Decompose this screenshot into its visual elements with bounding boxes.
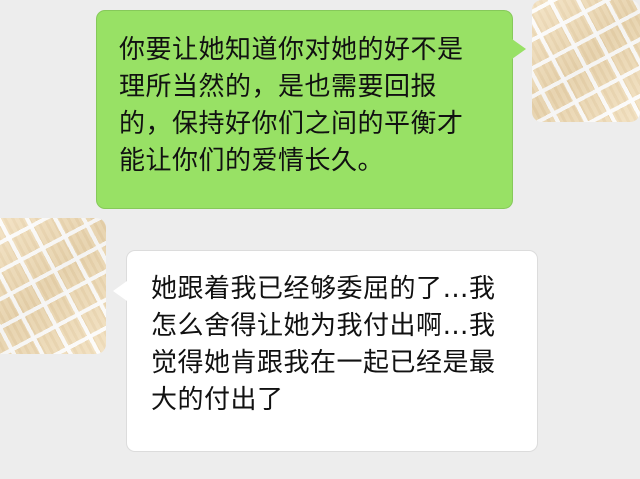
outgoing-message-bubble[interactable]: 你要让她知道你对她的好不是 理所当然的，是也需要回报 的，保持好你们之间的平衡才… bbox=[96, 10, 526, 209]
self-avatar[interactable] bbox=[532, 0, 640, 122]
friend-avatar[interactable] bbox=[0, 218, 106, 354]
incoming-message-bubble[interactable]: 她跟着我已经够委屈的了…我 怎么舍得让她为我付出啊…我 觉得她肯跟我在一起已经是… bbox=[113, 250, 538, 452]
